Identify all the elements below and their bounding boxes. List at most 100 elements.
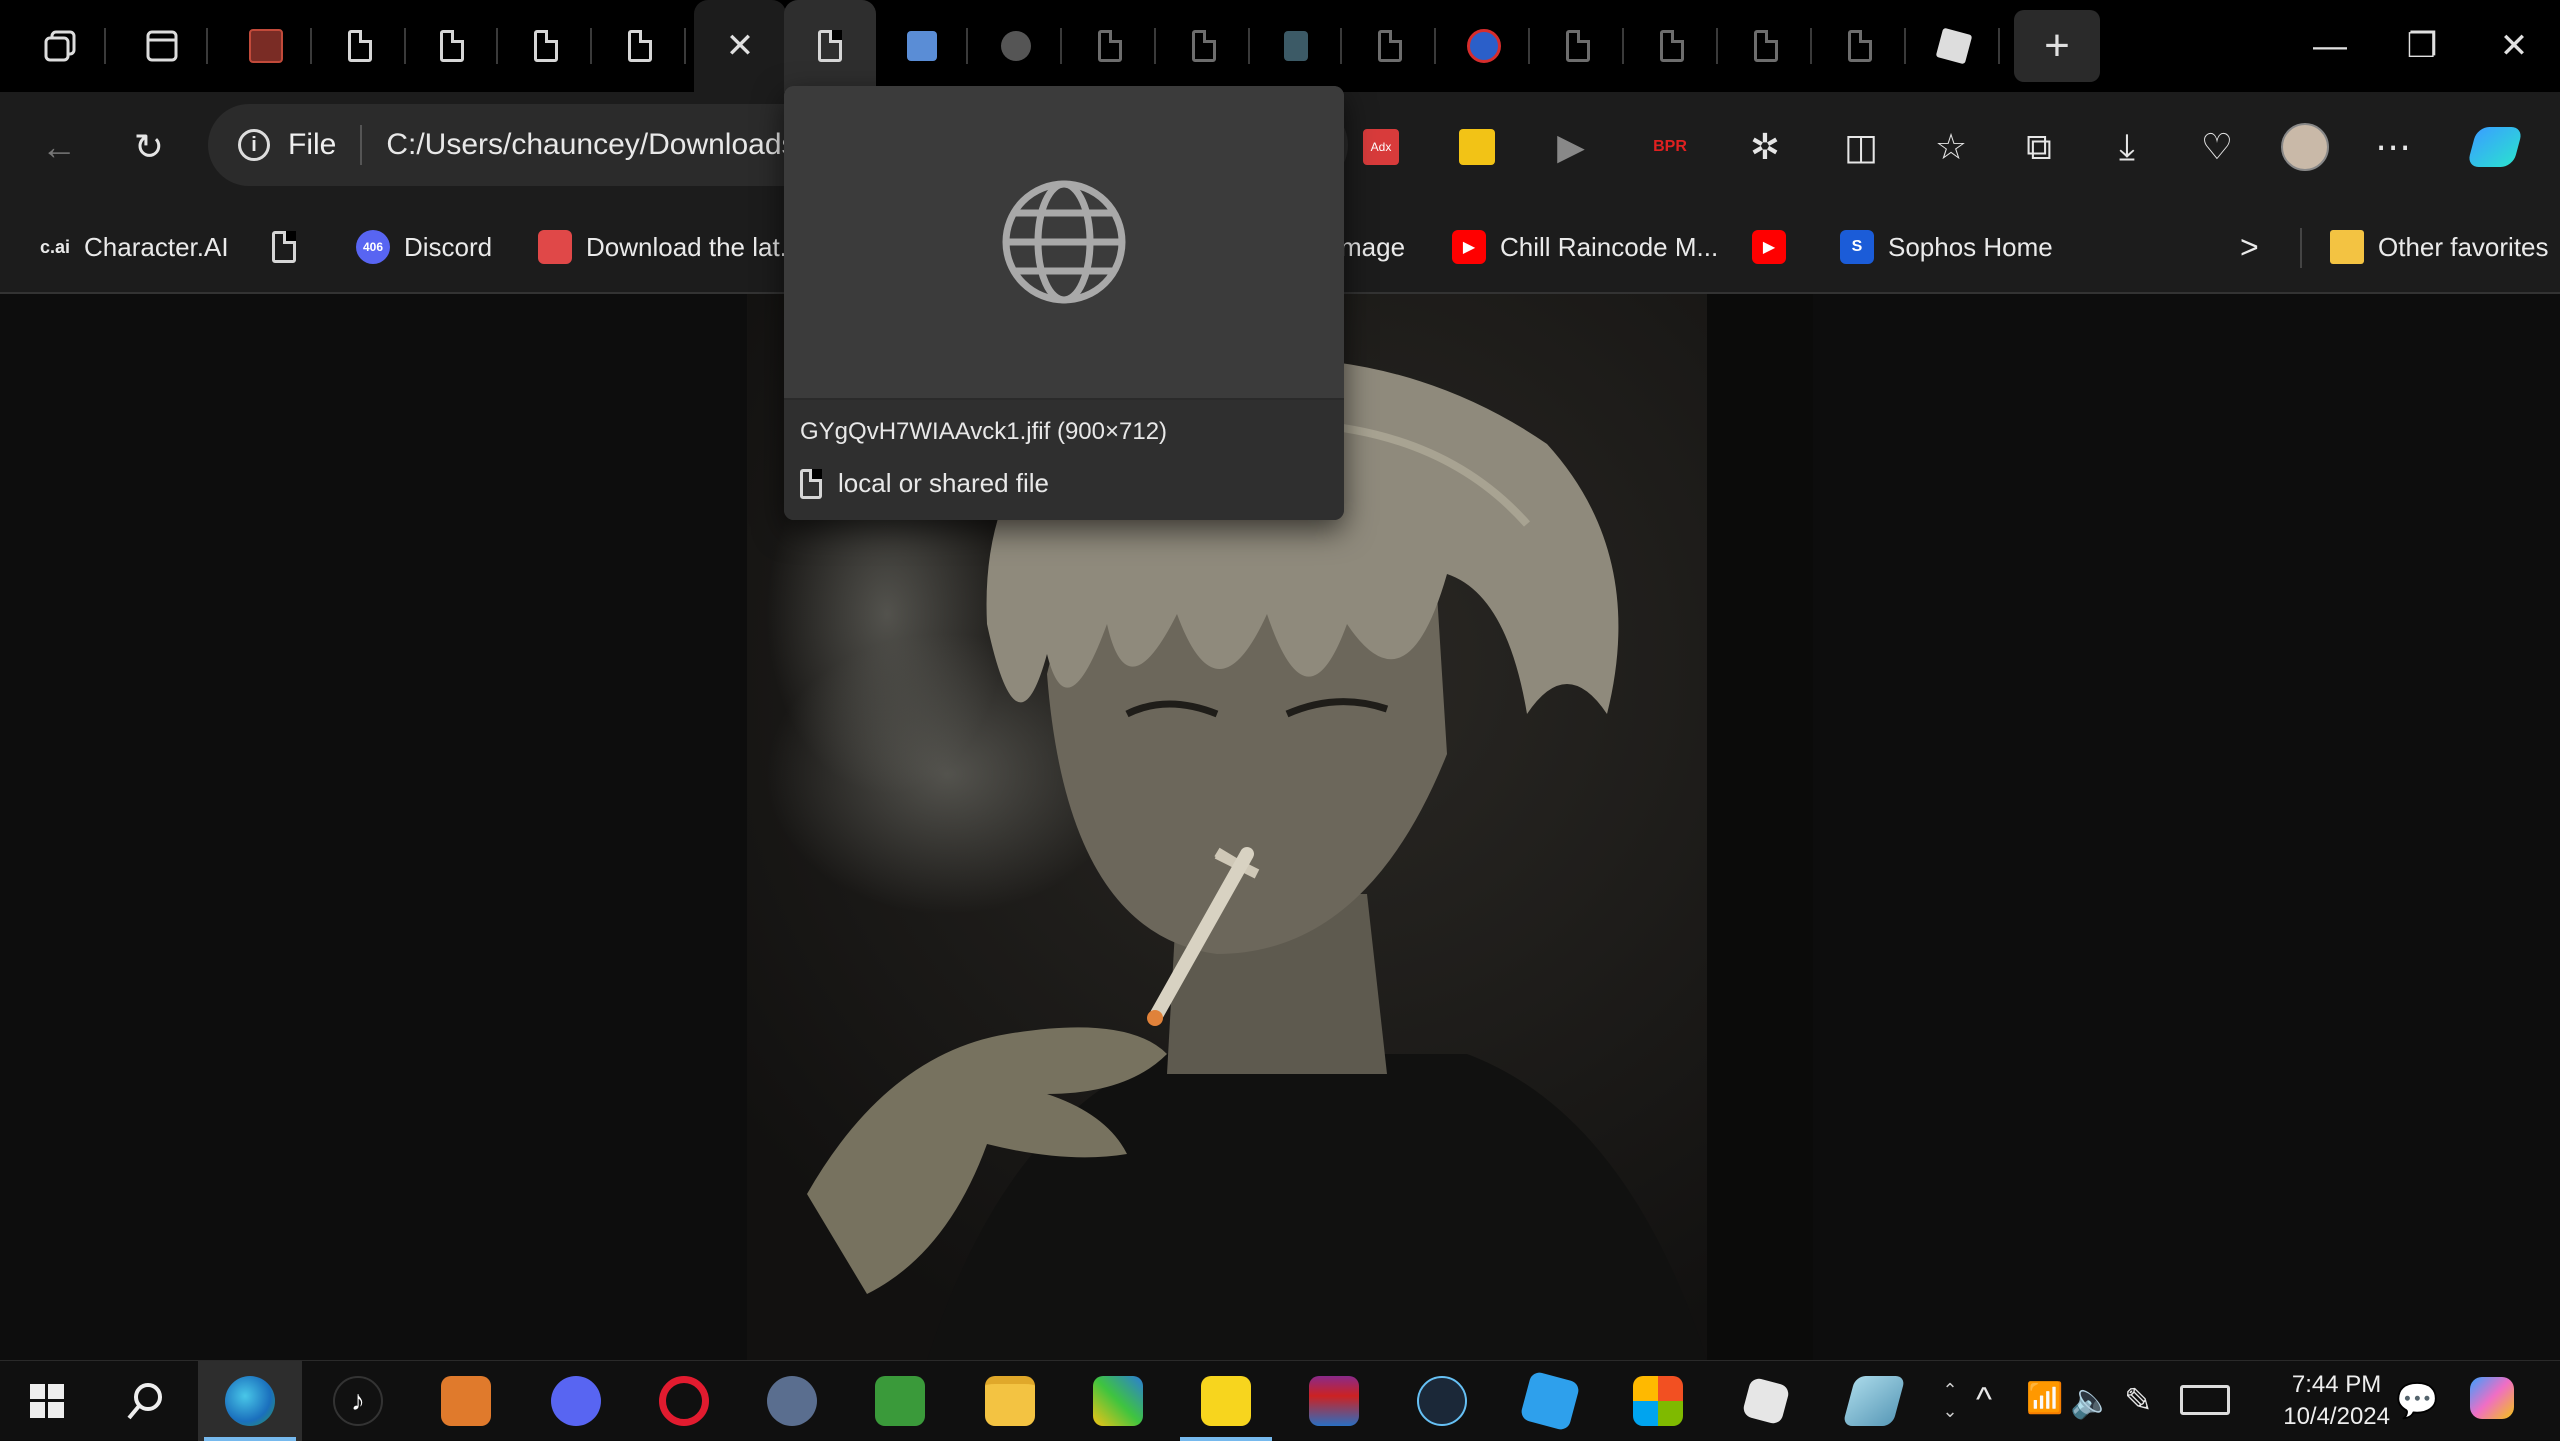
- tab-18[interactable]: [1814, 0, 1906, 92]
- favorite-download[interactable]: Download the lat...: [538, 224, 801, 270]
- favorites-divider: [2300, 228, 2302, 268]
- tab-4[interactable]: [500, 0, 592, 92]
- tab-2[interactable]: [314, 0, 406, 92]
- roblox-icon: [1741, 1376, 1791, 1426]
- taskbar-discord[interactable]: [524, 1361, 628, 1441]
- close-tab-icon[interactable]: ✕: [726, 29, 755, 63]
- network-button[interactable]: 📶: [2026, 1381, 2063, 1416]
- winrar-icon: [1309, 1376, 1359, 1426]
- favorite-sophos[interactable]: S Sophos Home: [1840, 224, 2053, 270]
- browser-essentials-button[interactable]: ♡: [2192, 122, 2242, 172]
- close-window-button[interactable]: ✕: [2468, 0, 2560, 92]
- collections-button[interactable]: ⧉: [2014, 122, 2064, 172]
- tab-12[interactable]: [1250, 0, 1342, 92]
- back-button[interactable]: ←: [34, 122, 84, 172]
- file-icon: [534, 30, 558, 62]
- extension-adx[interactable]: Adx: [1356, 122, 1406, 172]
- tab-active[interactable]: ✕: [694, 0, 786, 92]
- show-hidden-icons-button[interactable]: ^: [1976, 1381, 1992, 1420]
- minimize-button[interactable]: —: [2284, 0, 2376, 92]
- extension-bpr[interactable]: BPR: [1642, 122, 1698, 172]
- favorites-button[interactable]: ☆: [1926, 122, 1976, 172]
- tab-5[interactable]: [594, 0, 686, 92]
- close-icon: ✕: [2499, 27, 2529, 65]
- tab-10[interactable]: [1064, 0, 1156, 92]
- tab-hovered[interactable]: [784, 0, 876, 92]
- other-favorites[interactable]: Other favorites: [2330, 224, 2549, 270]
- taskbar-autoclicker[interactable]: [414, 1361, 518, 1441]
- tab-1[interactable]: [220, 0, 312, 92]
- file-icon: [1848, 30, 1872, 62]
- tab-19[interactable]: [1908, 0, 2000, 92]
- split-screen-button[interactable]: ◫: [1836, 122, 1886, 172]
- tab-14[interactable]: [1438, 0, 1530, 92]
- taskbar-sticky-notes[interactable]: [1174, 1361, 1278, 1441]
- extensions-button[interactable]: ✲: [1740, 122, 1790, 172]
- file-icon: [440, 30, 464, 62]
- extension-icon: [1459, 129, 1495, 165]
- new-tab-button[interactable]: +: [2014, 10, 2100, 82]
- preview-info: GYgQvH7WIAAvck1.jfif (900×712) local or …: [784, 400, 1344, 520]
- tab-9[interactable]: [970, 0, 1062, 92]
- taskbar-roblox[interactable]: [1714, 1361, 1818, 1441]
- pen-icon: ✎: [2124, 1382, 2153, 1420]
- taskbar-app[interactable]: [1822, 1361, 1926, 1441]
- touch-keyboard-button[interactable]: [2180, 1385, 2230, 1415]
- site-info-label[interactable]: File: [288, 128, 336, 162]
- favorite-discord[interactable]: 406 Discord: [356, 224, 492, 270]
- address-text[interactable]: C:/Users/chauncey/Downloads/6: [386, 128, 821, 162]
- taskbar-opera[interactable]: [632, 1361, 736, 1441]
- favorite-chill-raincode[interactable]: ▶ Chill Raincode M...: [1452, 224, 1718, 270]
- taskbar-edge[interactable]: [198, 1361, 302, 1441]
- time: 7:44 PM: [2291, 1371, 2382, 1398]
- globe-icon: [1002, 180, 1126, 304]
- settings-menu-button[interactable]: ⋯: [2368, 122, 2418, 172]
- taskbar-scroll[interactable]: ⌃ ⌄: [1932, 1361, 1968, 1441]
- taskbar-tiktok[interactable]: ♪: [306, 1361, 410, 1441]
- app-icon: [1842, 1376, 1906, 1426]
- volume-button[interactable]: 🔈: [2070, 1381, 2112, 1421]
- taskbar-paint[interactable]: [848, 1361, 952, 1441]
- start-button[interactable]: [0, 1361, 94, 1441]
- extension-yellow[interactable]: [1452, 122, 1502, 172]
- tab-17[interactable]: [1720, 0, 1812, 92]
- restore-button[interactable]: ❐: [2376, 0, 2468, 92]
- taskbar-winrar[interactable]: [1282, 1361, 1386, 1441]
- taskbar-bluestacks[interactable]: [1066, 1361, 1170, 1441]
- clock[interactable]: 7:44 PM 10/4/2024: [2283, 1369, 2390, 1433]
- favorite-character-ai[interactable]: c.ai Character.AI: [40, 224, 229, 270]
- downloads-button[interactable]: ⤓: [2102, 122, 2152, 172]
- tab-11[interactable]: [1158, 0, 1250, 92]
- tab-16[interactable]: [1626, 0, 1718, 92]
- info-icon[interactable]: i: [238, 129, 270, 161]
- workspaces-button[interactable]: [14, 0, 106, 92]
- pen-button[interactable]: ✎: [2124, 1381, 2153, 1421]
- profile-button[interactable]: [2280, 122, 2330, 172]
- opera-icon: [659, 1376, 709, 1426]
- notifications-button[interactable]: 💬: [2396, 1381, 2438, 1421]
- page-content: GYgQvH7WIAAvck1.jfif (900×712) local or …: [0, 86, 2560, 1360]
- taskbar-steam[interactable]: [1390, 1361, 1494, 1441]
- copilot-button[interactable]: [2466, 122, 2524, 172]
- tab-actions-button[interactable]: [116, 0, 208, 92]
- copilot-taskbar-button[interactable]: [2470, 1377, 2514, 1419]
- favorite-image[interactable]: mage: [1340, 224, 1405, 270]
- taskbar-roblox-studio[interactable]: [1498, 1361, 1602, 1441]
- favorite-youtube[interactable]: ▶: [1752, 224, 1800, 270]
- favorite-file[interactable]: [272, 224, 296, 270]
- tab-15[interactable]: [1532, 0, 1624, 92]
- taskbar-microsoft-store[interactable]: [1606, 1361, 1710, 1441]
- taskbar-snipping[interactable]: [740, 1361, 844, 1441]
- tab-13[interactable]: [1344, 0, 1436, 92]
- tab-8[interactable]: [876, 0, 968, 92]
- tab-3[interactable]: [406, 0, 498, 92]
- search-button[interactable]: [94, 1361, 198, 1441]
- refresh-button[interactable]: ↻: [124, 122, 174, 172]
- extension-play[interactable]: ▶: [1546, 122, 1596, 172]
- download-icon: ⤓: [2119, 125, 2135, 167]
- youtube-icon: ▶: [1752, 230, 1786, 264]
- favorites-overflow-button[interactable]: >: [2240, 224, 2259, 270]
- paint-icon: [875, 1376, 925, 1426]
- taskbar-file-explorer[interactable]: [958, 1361, 1062, 1441]
- copilot-icon: [2470, 1377, 2514, 1419]
